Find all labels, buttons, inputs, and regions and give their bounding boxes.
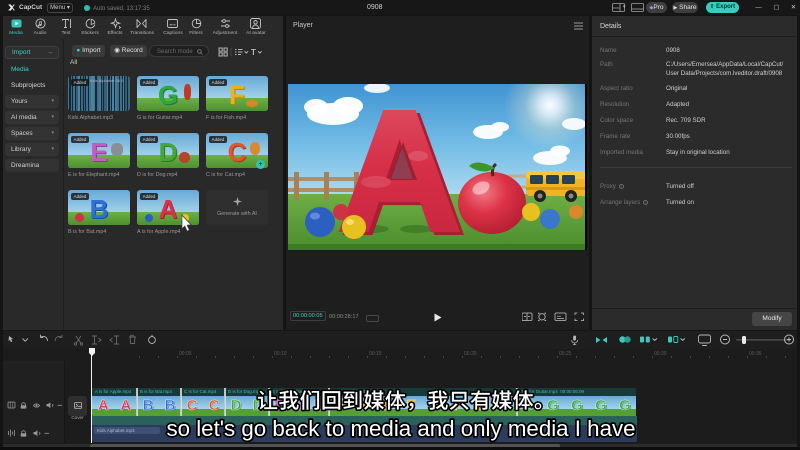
svg-text:T: T [251,48,256,57]
